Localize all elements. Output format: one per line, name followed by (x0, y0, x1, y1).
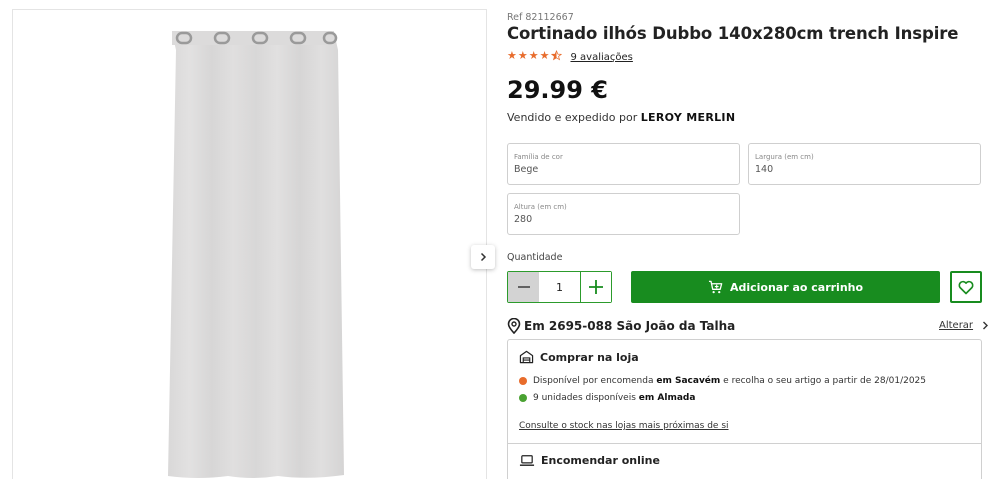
plus-icon (589, 280, 603, 294)
height-value: 280 (514, 214, 533, 225)
increase-quantity-button[interactable] (580, 272, 611, 302)
next-image-button[interactable] (471, 245, 495, 269)
chevron-right-icon (480, 252, 487, 262)
availability-suffix: e recolha o seu artigo a partir de 28/01… (723, 376, 927, 386)
width-select[interactable]: Largura (em cm) 140 (748, 143, 981, 185)
buy-in-store-heading: Comprar na loja (519, 350, 639, 364)
availability-store: em Sacavém (656, 376, 721, 386)
consult-stock-link[interactable]: Consulte o stock nas lojas mais próximas… (519, 421, 729, 431)
star-icon: ★ (517, 49, 528, 62)
product-price: 29.99 € (507, 76, 608, 104)
quantity-stepper: 1 (507, 271, 612, 303)
buy-in-store-label: Comprar na loja (540, 350, 639, 364)
chevron-right-icon (983, 321, 989, 330)
color-family-label: Família de cor (514, 153, 563, 161)
star-icon: ★ (539, 49, 550, 62)
availability-box: Comprar na loja Disponível por encomenda… (507, 339, 982, 479)
order-online-heading: Encomendar online (519, 454, 660, 467)
availability-prefix: 9 unidades disponíveis (533, 393, 636, 403)
rating-stars: ★ ★ ★ ★ (507, 50, 562, 64)
half-star-icon (550, 49, 562, 64)
location-text: Em 2695-088 São João da Talha (524, 319, 736, 333)
cart-icon (708, 280, 723, 294)
star-icon: ★ (507, 49, 517, 62)
seller-info: Vendido e expedido por LEROY MERLIN (507, 111, 735, 124)
color-family-value: Bege (514, 164, 539, 175)
height-label: Altura (em cm) (514, 203, 567, 211)
minus-icon (517, 286, 530, 288)
availability-item: Disponível por encomenda em Sacavém e re… (519, 376, 926, 386)
status-dot-icon (519, 377, 527, 385)
width-label: Largura (em cm) (755, 153, 814, 161)
wishlist-button[interactable] (950, 271, 982, 303)
status-dot-icon (519, 394, 527, 402)
product-title: Cortinado ilhós Dubbo 140x280cm trench I… (507, 24, 959, 43)
change-location-link[interactable]: Alterar (939, 320, 989, 331)
product-ref: Ref 82112667 (507, 12, 574, 23)
availability-prefix: Disponível por encomenda (533, 376, 654, 386)
laptop-icon (519, 455, 535, 466)
quantity-label: Quantidade (507, 252, 563, 263)
order-online-label: Encomendar online (541, 454, 660, 467)
color-family-select[interactable]: Família de cor Bege (507, 143, 740, 185)
reviews-link[interactable]: 9 avaliações (571, 52, 633, 63)
divider (508, 443, 981, 444)
product-rating: ★ ★ ★ ★ 9 avaliações (507, 50, 633, 64)
quantity-input[interactable]: 1 (539, 272, 580, 302)
seller-name: LEROY MERLIN (640, 111, 736, 124)
width-value: 140 (755, 164, 774, 175)
seller-prefix: Vendido e expedido por (507, 111, 638, 124)
heart-icon (958, 280, 974, 294)
store-icon (519, 350, 534, 364)
change-location-label: Alterar (939, 320, 974, 331)
star-icon: ★ (528, 49, 539, 62)
add-to-cart-button[interactable]: Adicionar ao carrinho (631, 271, 940, 303)
product-image[interactable] (158, 20, 348, 479)
availability-store: em Almada (638, 393, 696, 403)
add-to-cart-label: Adicionar ao carrinho (729, 280, 864, 294)
delivery-location: Em 2695-088 São João da Talha (507, 318, 735, 334)
location-pin-icon (507, 318, 521, 334)
decrease-quantity-button[interactable] (508, 272, 539, 302)
availability-item: 9 unidades disponíveis em Almada (519, 393, 695, 403)
height-select[interactable]: Altura (em cm) 280 (507, 193, 740, 235)
product-image-gallery (12, 9, 495, 479)
